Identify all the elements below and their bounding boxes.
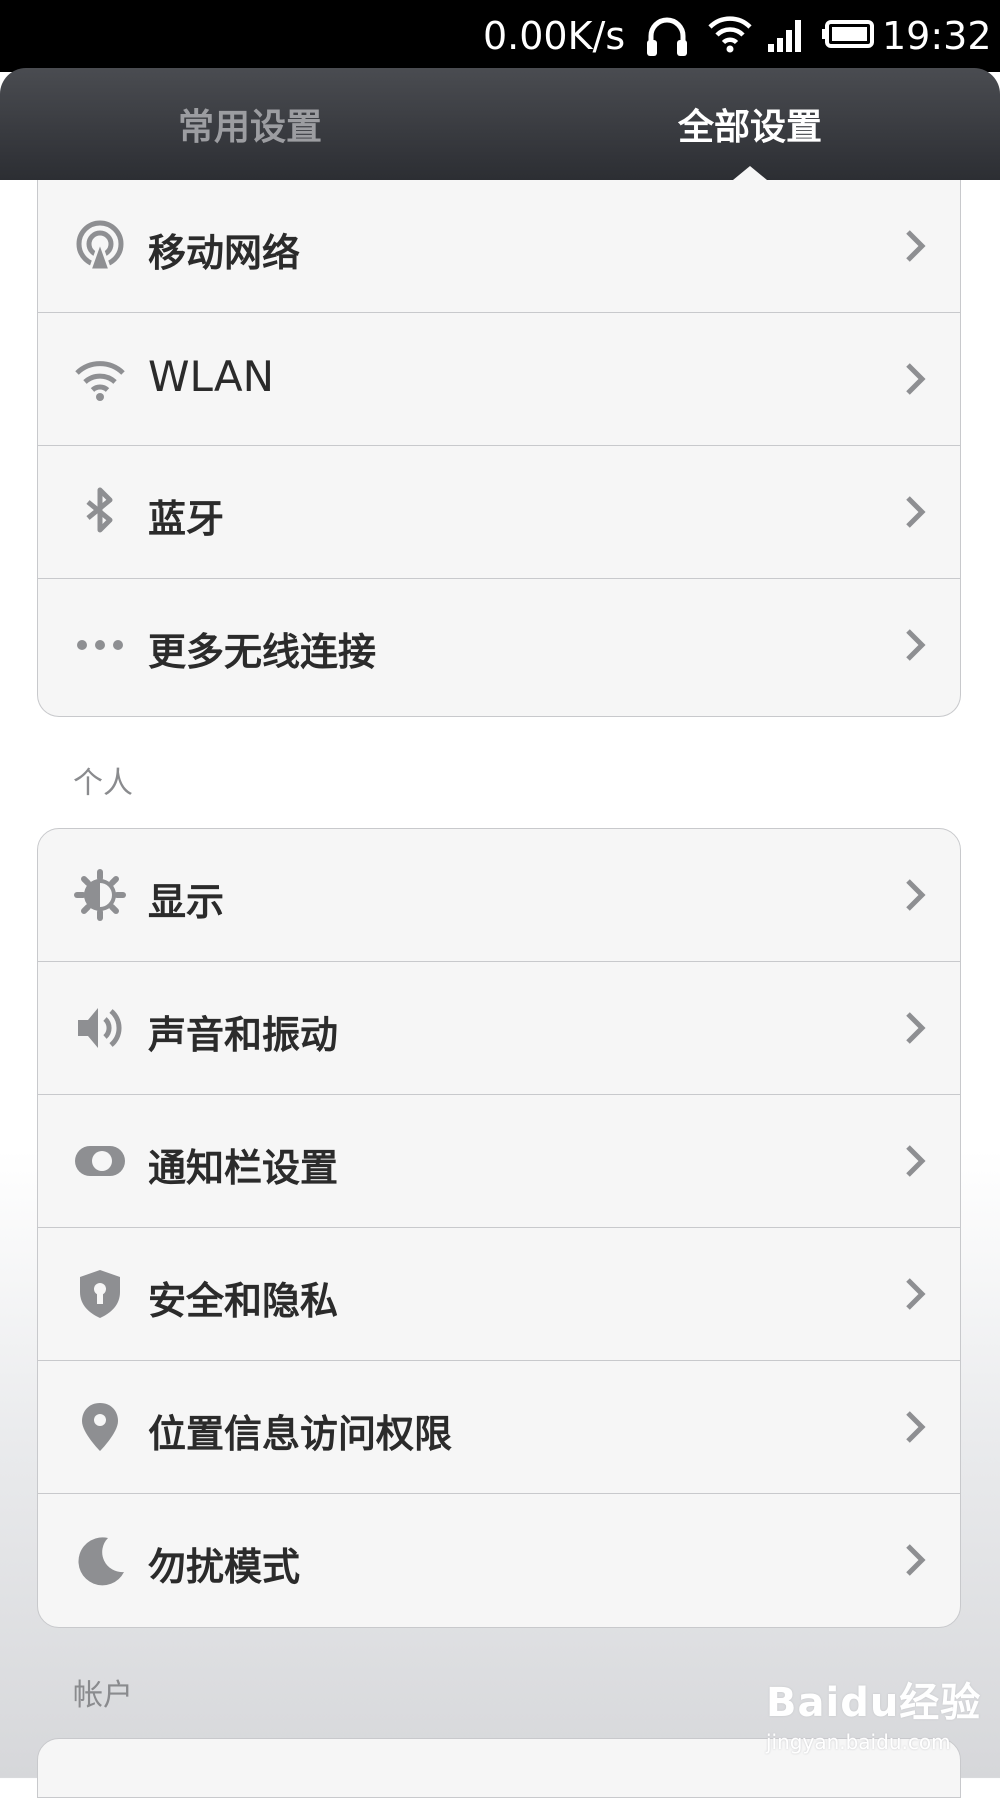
watermark-main-text: Baidu经验: [766, 1680, 982, 1726]
settings-item-label: 位置信息访问权限: [148, 1412, 453, 1456]
mobile-network-icon: [76, 220, 124, 272]
chevron-right-icon: [906, 1012, 926, 1044]
wireless-settings-group: 移动网络 WLAN 蓝牙 更多无线连接: [37, 180, 961, 717]
wifi-icon: [708, 16, 752, 53]
settings-item-label: 显示: [148, 880, 225, 924]
settings-item-security-privacy[interactable]: 安全和隐私: [38, 1228, 960, 1361]
settings-item-sound-vibration[interactable]: 声音和振动: [38, 962, 960, 1095]
more-dots-icon: [77, 640, 123, 650]
chevron-right-icon: [906, 629, 926, 661]
tab-all-settings[interactable]: 全部设置: [678, 98, 822, 150]
settings-item-label: 更多无线连接: [148, 630, 377, 674]
personal-settings-group: 显示 声音和振动 通知栏设置 安全和隐私 位置信息访问权限 勿扰模式: [37, 828, 961, 1628]
tab-bar: 常用设置 全部设置: [0, 68, 1000, 180]
settings-item-notification-bar[interactable]: 通知栏设置: [38, 1095, 960, 1228]
speaker-icon: [78, 1008, 122, 1048]
chevron-right-icon: [906, 1544, 926, 1576]
settings-item-label: 移动网络: [148, 231, 301, 275]
battery-icon: [822, 20, 874, 48]
moon-icon: [78, 1537, 124, 1586]
wifi-icon: [75, 361, 125, 401]
chevron-right-icon: [906, 879, 926, 911]
toggle-icon: [75, 1146, 125, 1176]
location-pin-icon: [82, 1403, 118, 1451]
baidu-watermark: Baidu经验 jingyan.baidu.com: [766, 1670, 981, 1754]
net-speed: 0.00K/s: [483, 14, 626, 58]
chevron-right-icon: [906, 496, 926, 528]
settings-item-location-access[interactable]: 位置信息访问权限: [38, 1361, 960, 1494]
status-bar: 0.00K/s 19:32: [0, 0, 1000, 72]
chevron-right-icon: [906, 1411, 926, 1443]
tab-common-settings[interactable]: 常用设置: [178, 98, 322, 150]
signal-icon: [768, 20, 801, 52]
section-title-account: 帐户: [73, 1678, 133, 1713]
settings-item-more-wireless[interactable]: 更多无线连接: [38, 579, 960, 712]
chevron-right-icon: [906, 1145, 926, 1177]
settings-item-label: 蓝牙: [148, 497, 225, 541]
settings-item-label: 安全和隐私: [148, 1279, 339, 1323]
watermark-sub-text: jingyan.baidu.com: [766, 1730, 951, 1754]
settings-item-label: 声音和振动: [148, 1013, 339, 1057]
chevron-right-icon: [906, 1278, 926, 1310]
settings-item-label: 勿扰模式: [148, 1545, 301, 1589]
settings-item-mobile-network[interactable]: 移动网络: [38, 180, 960, 313]
brightness-icon: [74, 869, 126, 921]
selected-tab-indicator: [733, 166, 767, 180]
chevron-right-icon: [906, 363, 926, 395]
settings-item-do-not-disturb[interactable]: 勿扰模式: [38, 1494, 960, 1627]
settings-item-bluetooth[interactable]: 蓝牙: [38, 446, 960, 579]
section-title-personal: 个人: [73, 766, 133, 801]
bluetooth-icon: [86, 487, 113, 533]
settings-item-label: 通知栏设置: [148, 1146, 339, 1190]
settings-item-display[interactable]: 显示: [38, 829, 960, 962]
headphones-icon: [647, 17, 687, 56]
settings-item-label: WLAN: [148, 352, 275, 401]
chevron-right-icon: [906, 230, 926, 262]
shield-icon: [80, 1270, 120, 1318]
clock: 19:32: [882, 14, 992, 58]
settings-item-wlan[interactable]: WLAN: [38, 313, 960, 446]
